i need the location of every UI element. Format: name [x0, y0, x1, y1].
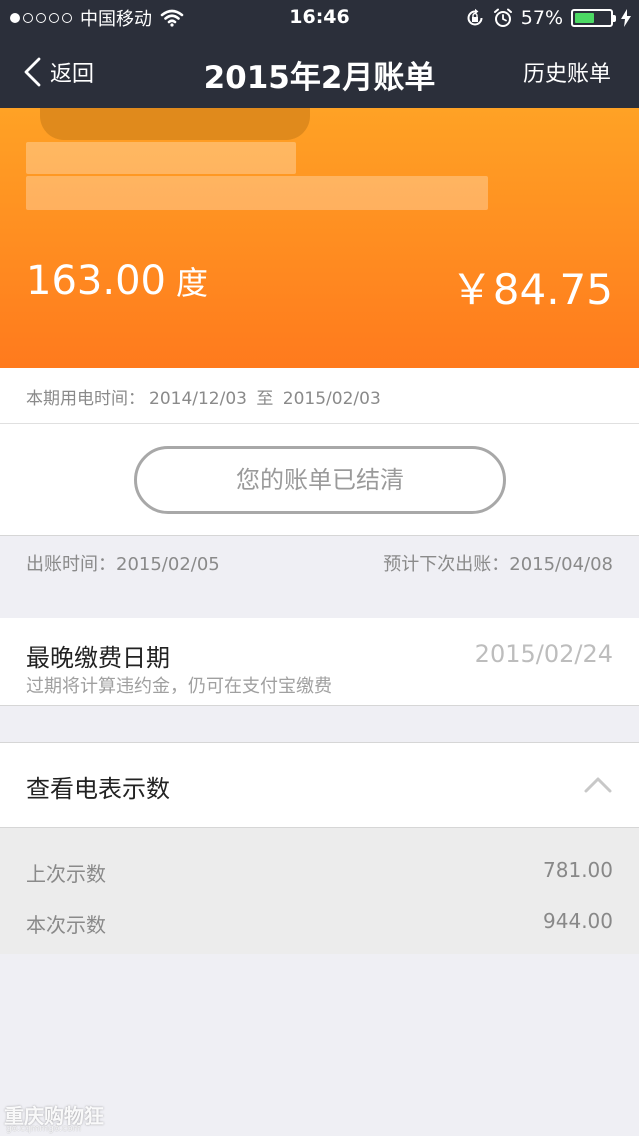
- alarm-icon: [493, 8, 512, 27]
- top-bar: 中国移动 16:46 57% 返回 2015年2月账单 历史账单: [0, 0, 639, 108]
- next-bill: 预计下次出账：2015/04/08: [383, 550, 613, 576]
- reading-label: 上次示数: [26, 862, 106, 886]
- meter-readings-toggle[interactable]: 查看电表示数: [0, 742, 639, 828]
- charging-icon: [621, 9, 631, 27]
- battery-icon: [571, 9, 616, 27]
- history-bills-link[interactable]: 历史账单: [523, 56, 611, 88]
- meter-label: 查看电表示数: [26, 775, 170, 803]
- status-bar: 中国移动 16:46 57%: [0, 0, 639, 36]
- billing-period: 本期用电时间： 2014/12/03 至 2015/02/03: [0, 368, 639, 424]
- back-label: 返回: [50, 62, 95, 87]
- bill-paid-button[interactable]: 您的账单已结清: [134, 446, 506, 514]
- meter-readings: 上次示数 781.00 本次示数 944.00: [0, 828, 639, 954]
- chevron-left-icon: [24, 57, 41, 87]
- reading-value: 944.00: [543, 909, 613, 933]
- battery-fill: [575, 13, 595, 23]
- due-label: 最晚缴费日期: [26, 644, 170, 672]
- bill-summary-card: 163.00 度 ￥84.75: [0, 108, 639, 368]
- status-button-section: 您的账单已结清: [0, 424, 639, 536]
- next-date: 2015/04/08: [509, 554, 613, 575]
- redacted-area: [40, 108, 310, 140]
- issue-date: 2015/02/05: [116, 554, 220, 575]
- usage-unit: 度: [175, 264, 208, 302]
- status-right: 57%: [465, 6, 631, 30]
- usage-amount: 163.00 度: [26, 258, 208, 304]
- bill-amount: ￥84.75: [450, 265, 613, 314]
- usage-value: 163.00: [26, 258, 166, 304]
- nav-bar: 返回 2015年2月账单 历史账单: [0, 36, 639, 108]
- rotation-lock-icon: [467, 8, 483, 26]
- next-label: 预计下次出账：: [383, 554, 510, 575]
- due-date-row: 最晚缴费日期 过期将计算违约金，仍可在支付宝缴费 2015/02/24: [0, 618, 639, 706]
- period-to: 2015/02/03: [282, 389, 381, 409]
- redacted-address: [26, 176, 488, 210]
- due-date: 2015/02/24: [474, 640, 613, 668]
- period-label: 本期用电时间：: [26, 389, 145, 409]
- reading-row-previous: 上次示数 781.00: [26, 858, 613, 888]
- issue-label: 出账时间：: [26, 554, 116, 575]
- billing-dates: 出账时间：2015/02/05 预计下次出账：2015/04/08: [0, 540, 639, 584]
- period-from: 2014/12/03: [149, 389, 247, 409]
- redacted-account-name: [26, 142, 296, 174]
- reading-row-current: 本次示数 944.00: [26, 909, 613, 939]
- due-subtext: 过期将计算违约金，仍可在支付宝缴费: [26, 676, 332, 697]
- reading-value: 781.00: [543, 858, 613, 882]
- battery-percent: 57%: [520, 7, 563, 29]
- back-button[interactable]: 返回: [22, 56, 94, 88]
- period-to-label: 至: [256, 389, 274, 409]
- chevron-up-icon: [584, 777, 612, 793]
- watermark-url: go.cqmmgo.com: [6, 1124, 82, 1134]
- reading-label: 本次示数: [26, 913, 106, 937]
